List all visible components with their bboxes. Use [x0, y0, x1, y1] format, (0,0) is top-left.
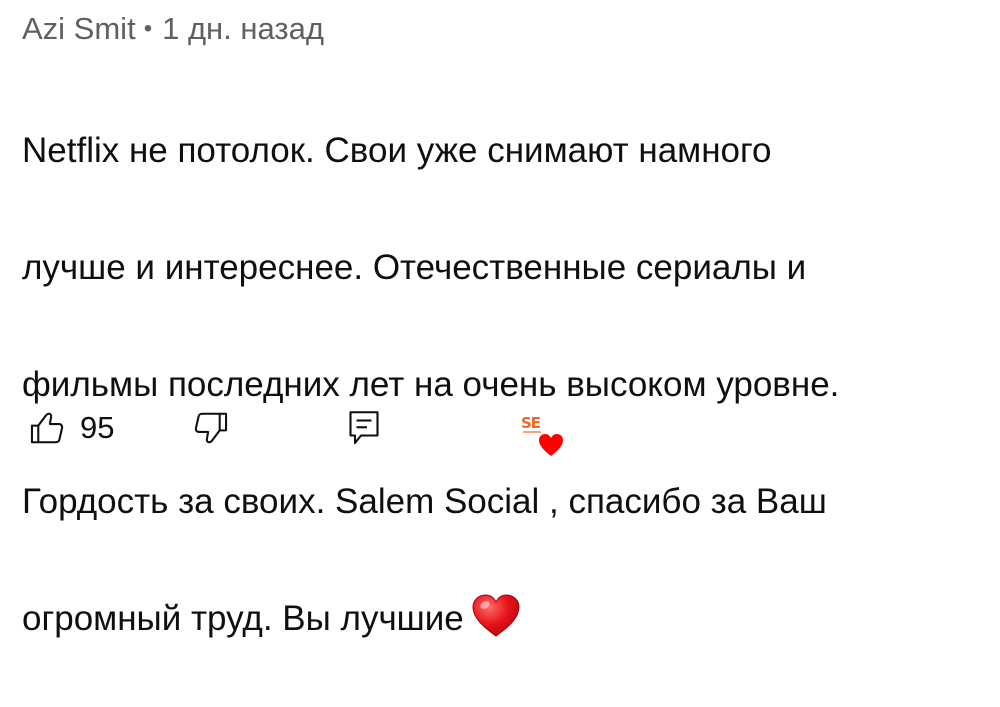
thumbs-down-icon [194, 412, 228, 444]
comment-line: Netflix не потолок. Свои уже снимают нам… [22, 130, 772, 170]
comment-line: лучше и интереснее. Отечественные сериал… [22, 247, 807, 287]
dislike-button[interactable] [192, 408, 230, 448]
author-name[interactable]: Azi Smit [22, 11, 136, 46]
thumbs-up-icon [30, 412, 64, 444]
reply-comment-icon [349, 411, 379, 445]
comment-meta: Azi Smit • 1 дн. назад [22, 10, 324, 51]
like-count: 95 [80, 410, 115, 445]
comment-actions: 95 SE [22, 405, 722, 457]
heart-icon [539, 434, 563, 456]
comment: Azi Smit • 1 дн. назад Netflix не потолок.… [22, 0, 1000, 638]
comment-line: огромный труд. Вы лучшие [22, 590, 1000, 649]
comment-text: Netflix не потолок. Свои уже снимают нам… [22, 63, 1000, 707]
creator-avatar-text: SE [521, 414, 541, 432]
creator-heart-badge[interactable]: SE [518, 411, 568, 463]
like-button[interactable]: 95 [28, 408, 114, 448]
reply-button[interactable] [346, 408, 382, 448]
red-heart-emoji-icon [472, 593, 520, 637]
comment-line-text: огромный труд. Вы лучшие [22, 598, 464, 638]
meta-separator: • [143, 15, 153, 42]
comment-line: Гордость за своих. Salem Social , спасиб… [22, 481, 827, 521]
comment-timestamp[interactable]: 1 дн. назад [162, 11, 324, 46]
